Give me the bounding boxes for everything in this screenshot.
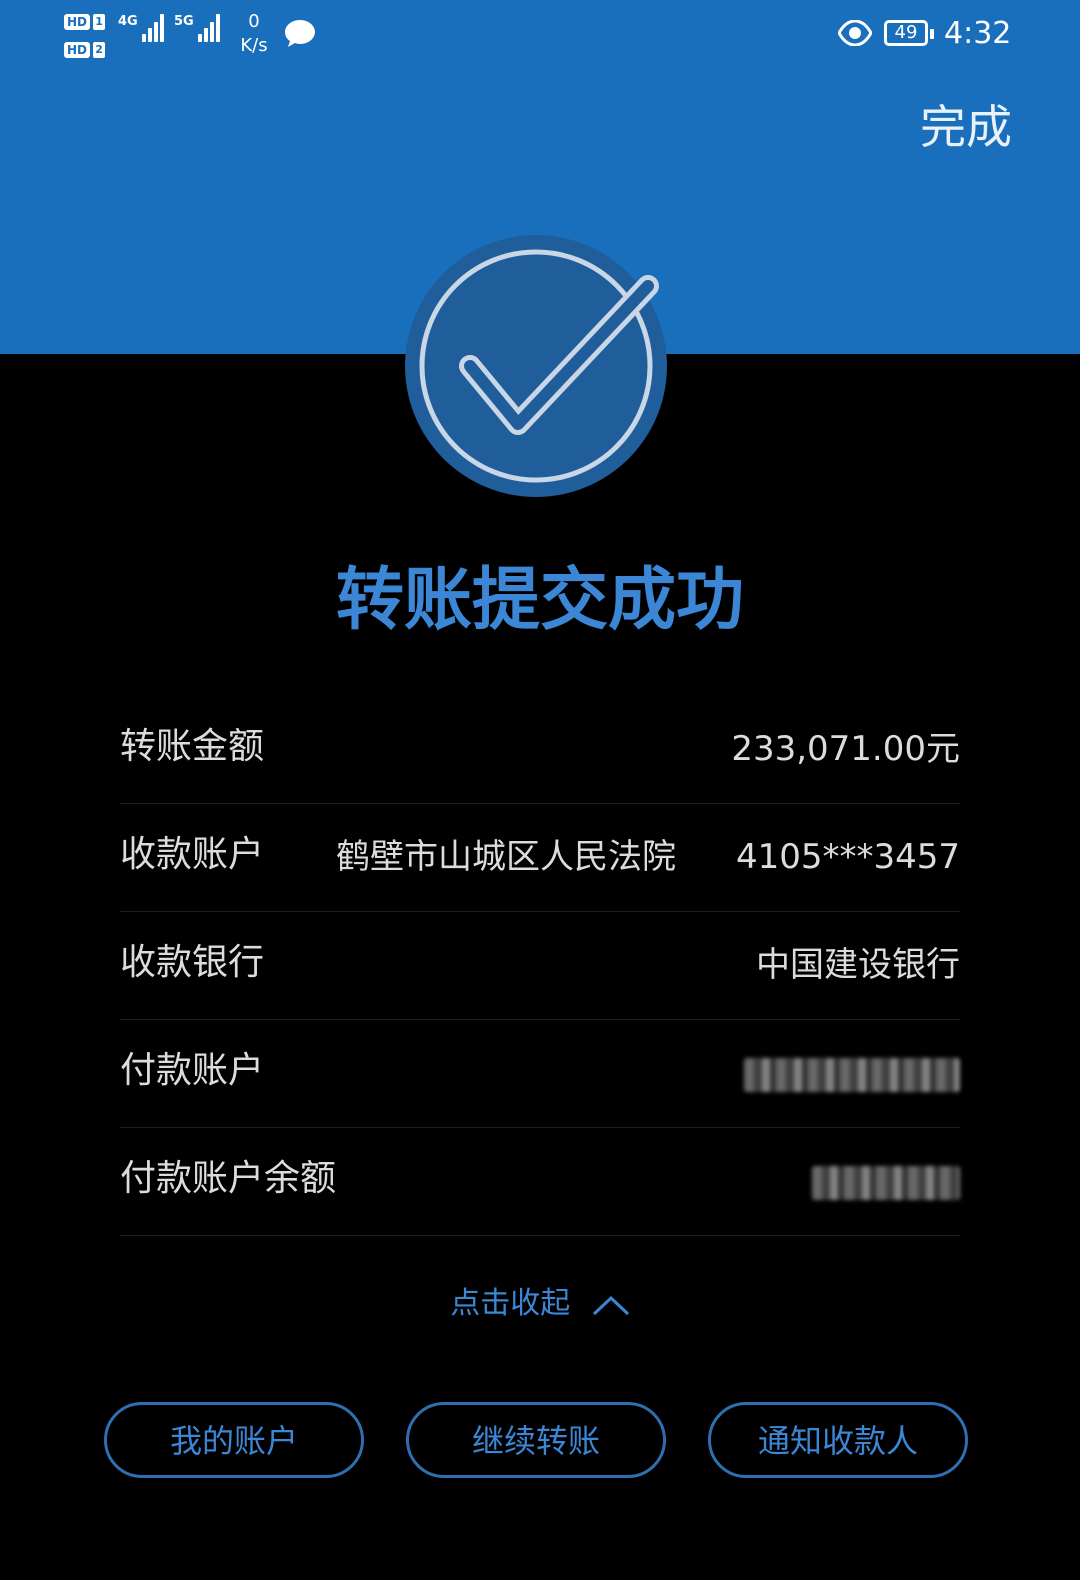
network-speed: 0 K/s xyxy=(236,10,272,58)
my-account-button[interactable]: 我的账户 xyxy=(104,1402,364,1478)
chevron-up-icon xyxy=(592,1295,629,1315)
collapse-toggle[interactable]: 点击收起 xyxy=(0,1282,1080,1326)
redacted-value xyxy=(812,1166,960,1200)
collapse-label: 点击收起 xyxy=(450,1286,571,1321)
sim2-hd-badge: HD xyxy=(64,42,91,58)
detail-value: 4105***3457 xyxy=(735,837,960,877)
detail-label: 付款账户 xyxy=(120,1050,265,1091)
sim1-hd-badge: HD xyxy=(64,14,91,30)
detail-row-payee-bank: 收款银行 中国建设银行 xyxy=(120,912,960,1020)
detail-row-payer-balance: 付款账户余额 xyxy=(120,1128,960,1236)
network-speed-value: 0 xyxy=(248,11,260,32)
detail-label: 收款银行 xyxy=(120,942,265,983)
network-type-1: 4G xyxy=(118,14,138,29)
detail-row-payee-account: 收款账户 鹤壁市山城区人民法院 4105***3457 xyxy=(120,804,960,912)
detail-value: 中国建设银行 xyxy=(756,945,960,985)
sim1-number: 1 xyxy=(93,14,106,30)
chat-bubble-icon xyxy=(285,20,315,47)
payee-name: 鹤壁市山城区人民法院 xyxy=(336,837,676,877)
transfer-details: 转账金额 233,071.00元 收款账户 鹤壁市山城区人民法院 4105***… xyxy=(120,696,960,1236)
action-buttons: 我的账户 继续转账 通知收款人 xyxy=(104,1402,976,1482)
sim-indicators: HD 1 HD 2 xyxy=(64,8,112,64)
network-speed-unit: K/s xyxy=(240,35,268,56)
detail-label: 转账金额 xyxy=(120,726,265,767)
check-circle-icon xyxy=(405,235,667,497)
detail-row-payer-account: 付款账户 xyxy=(120,1020,960,1128)
sim2-number: 2 xyxy=(93,42,106,58)
done-button[interactable]: 完成 xyxy=(920,98,1012,156)
detail-label: 收款账户 xyxy=(120,834,265,875)
signal-strength-sim1: 4G xyxy=(118,14,164,42)
redacted-value xyxy=(744,1058,960,1092)
battery-indicator: 49 xyxy=(884,20,934,46)
success-title: 转账提交成功 xyxy=(335,561,744,640)
detail-value: 233,071.00元 xyxy=(731,729,960,769)
notify-payee-button[interactable]: 通知收款人 xyxy=(708,1402,968,1478)
detail-label: 付款账户余额 xyxy=(120,1158,337,1199)
detail-row-amount: 转账金额 233,071.00元 xyxy=(120,696,960,804)
continue-transfer-button[interactable]: 继续转账 xyxy=(406,1402,666,1478)
status-bar: HD 1 HD 2 4G 5G 0 K/s 49 4:32 xyxy=(0,0,1080,72)
network-type-2: 5G xyxy=(174,14,194,29)
status-time: 4:32 xyxy=(944,16,1012,51)
eye-icon xyxy=(838,20,872,46)
signal-strength-sim2: 5G xyxy=(174,14,220,42)
